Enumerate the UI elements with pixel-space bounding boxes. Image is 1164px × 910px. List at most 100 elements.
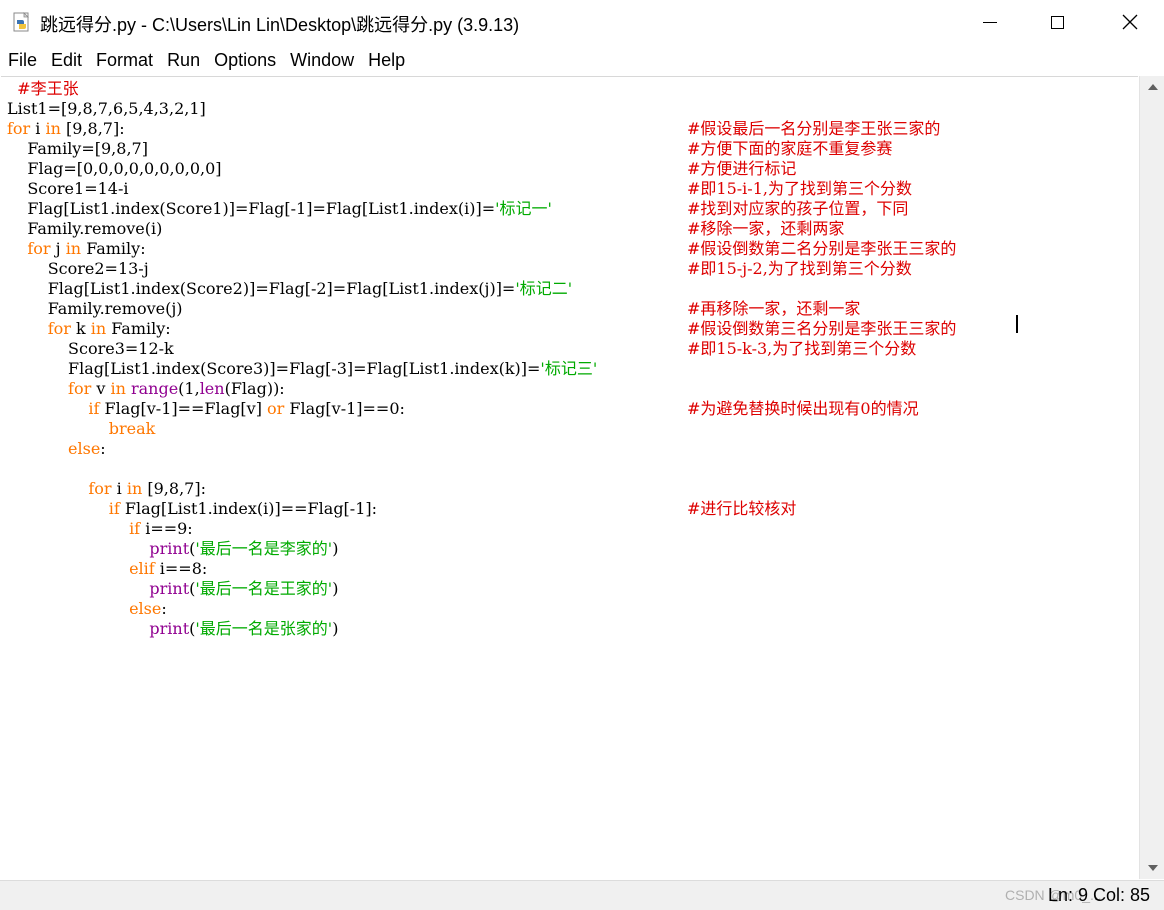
- code-comment: #即15-i-1,为了找到第三个分数: [687, 179, 912, 198]
- minimize-button[interactable]: [957, 0, 1023, 44]
- idle-editor-window: 跳远得分.py - C:\Users\Lin Lin\Desktop\跳远得分.…: [0, 0, 1164, 910]
- code-token: for: [47, 319, 71, 338]
- python-file-icon: [13, 12, 29, 32]
- code-token: Flag[List1.index(Score3)]=Flag[-3]=Flag[…: [7, 359, 541, 378]
- code-line: Family.remove(i): [7, 219, 162, 239]
- vertical-scrollbar[interactable]: [1139, 76, 1164, 879]
- code-editor[interactable]: #李王张 List1=[9,8,7,6,5,4,3,2,1] for i in [9…: [1, 76, 1138, 880]
- status-bar: CSDN @m0_... Ln: 9 Col: 85: [0, 880, 1164, 910]
- menu-format[interactable]: Format: [89, 46, 160, 74]
- code-token: range: [130, 379, 179, 398]
- code-token: i: [111, 479, 127, 498]
- code-token: Family=[9,8,7]: [7, 139, 148, 158]
- code-token: print: [149, 539, 190, 558]
- code-token: List1=[9,8,7,6,5,4,3,2,1]: [7, 99, 206, 118]
- code-line: Score3=12-k: [7, 339, 174, 359]
- code-token: else: [129, 599, 162, 618]
- code-token: '标记三': [540, 359, 598, 378]
- code-line: if i==9:: [7, 519, 193, 539]
- menu-help[interactable]: Help: [361, 46, 412, 74]
- code-token: :: [100, 439, 106, 458]
- close-button[interactable]: [1097, 0, 1163, 44]
- cursor-position: Ln: 9 Col: 85: [1048, 885, 1151, 905]
- code-line: Family.remove(j): [7, 299, 183, 319]
- code-token: if: [129, 519, 141, 538]
- code-token: Family.remove(j): [7, 299, 183, 318]
- code-token: (1,: [178, 379, 200, 398]
- code-line: print('最后一名是王家的'): [7, 579, 338, 599]
- code-line: else:: [7, 599, 167, 619]
- menu-edit[interactable]: Edit: [44, 46, 89, 74]
- code-token: [9,8,7]:: [60, 119, 125, 138]
- code-token: ): [332, 619, 339, 638]
- code-token: Flag[List1.index(Score2)]=Flag[-2]=Flag[…: [7, 279, 516, 298]
- menu-window[interactable]: Window: [283, 46, 361, 74]
- code-comment: #为避免替换时候出现有0的情况: [687, 399, 919, 418]
- code-token: for: [27, 239, 51, 258]
- code-token: k: [70, 319, 91, 338]
- code-token: Flag=[0,0,0,0,0,0,0,0,0]: [7, 159, 222, 178]
- code-token: Family.remove(i): [7, 219, 163, 238]
- code-token: ): [332, 539, 339, 558]
- code-line: Flag[List1.index(Score2)]=Flag[-2]=Flag[…: [7, 279, 572, 299]
- code-line: elif i==8:: [7, 559, 207, 579]
- code-token: print: [149, 579, 190, 598]
- code-line: print('最后一名是张家的'): [7, 619, 338, 639]
- code-comment: #再移除一家，还剩一家: [687, 299, 861, 318]
- code-token: in: [126, 479, 143, 498]
- code-line: Flag[List1.index(Score1)]=Flag[-1]=Flag[…: [7, 199, 552, 219]
- code-line: Score2=13-j: [7, 259, 149, 279]
- title-bar[interactable]: 跳远得分.py - C:\Users\Lin Lin\Desktop\跳远得分.…: [0, 0, 1164, 44]
- minimize-icon: [983, 21, 997, 23]
- scroll-up-button[interactable]: [1140, 78, 1164, 96]
- code-line: break: [7, 419, 156, 439]
- maximize-button[interactable]: [1024, 0, 1090, 44]
- menu-options[interactable]: Options: [207, 46, 283, 74]
- code-line: for j in Family:: [7, 239, 146, 259]
- code-token: Family:: [81, 239, 146, 258]
- code-token: print: [149, 619, 190, 638]
- code-token: in: [90, 319, 107, 338]
- code-token: ): [332, 579, 339, 598]
- code-comment: #找到对应家的孩子位置，下同: [687, 199, 909, 218]
- code-token: Score1=14-i: [7, 179, 129, 198]
- code-line: if Flag[v-1]==Flag[v] or Flag[v-1]==0:: [7, 399, 405, 419]
- code-token: len: [199, 379, 225, 398]
- code-token: Flag[List1.index(i)]==Flag[-1]:: [119, 499, 378, 518]
- code-line: #李王张: [7, 79, 78, 99]
- code-comment: #假设最后一名分别是李王张三家的: [687, 119, 941, 138]
- code-token: [9,8,7]:: [142, 479, 206, 498]
- code-token: v: [91, 379, 111, 398]
- code-token: Score2=13-j: [7, 259, 149, 278]
- code-token: (Flag)):: [224, 379, 285, 398]
- code-token: '标记一': [495, 199, 552, 218]
- window-title: 跳远得分.py - C:\Users\Lin Lin\Desktop\跳远得分.…: [40, 15, 520, 35]
- code-line: List1=[9,8,7,6,5,4,3,2,1]: [7, 99, 206, 119]
- scroll-down-button[interactable]: [1140, 859, 1164, 877]
- code-token: for: [68, 379, 92, 398]
- code-token: in: [65, 239, 82, 258]
- code-token: in: [45, 119, 61, 138]
- text-cursor: [1016, 315, 1018, 333]
- code-token: Flag[List1.index(Score1)]=Flag[-1]=Flag[…: [7, 199, 496, 218]
- menu-run[interactable]: Run: [160, 46, 207, 74]
- code-token: j: [50, 239, 66, 258]
- code-token: Score3=12-k: [7, 339, 174, 358]
- menu-bar: File Edit Format Run Options Window Help: [0, 46, 1164, 74]
- code-line: Score1=14-i: [7, 179, 128, 199]
- code-line: for i in [9,8,7]:: [7, 479, 206, 499]
- code-token: i==8:: [154, 559, 208, 578]
- menu-file[interactable]: File: [0, 46, 44, 74]
- code-token: Family:: [106, 319, 171, 338]
- code-token: for: [88, 479, 112, 498]
